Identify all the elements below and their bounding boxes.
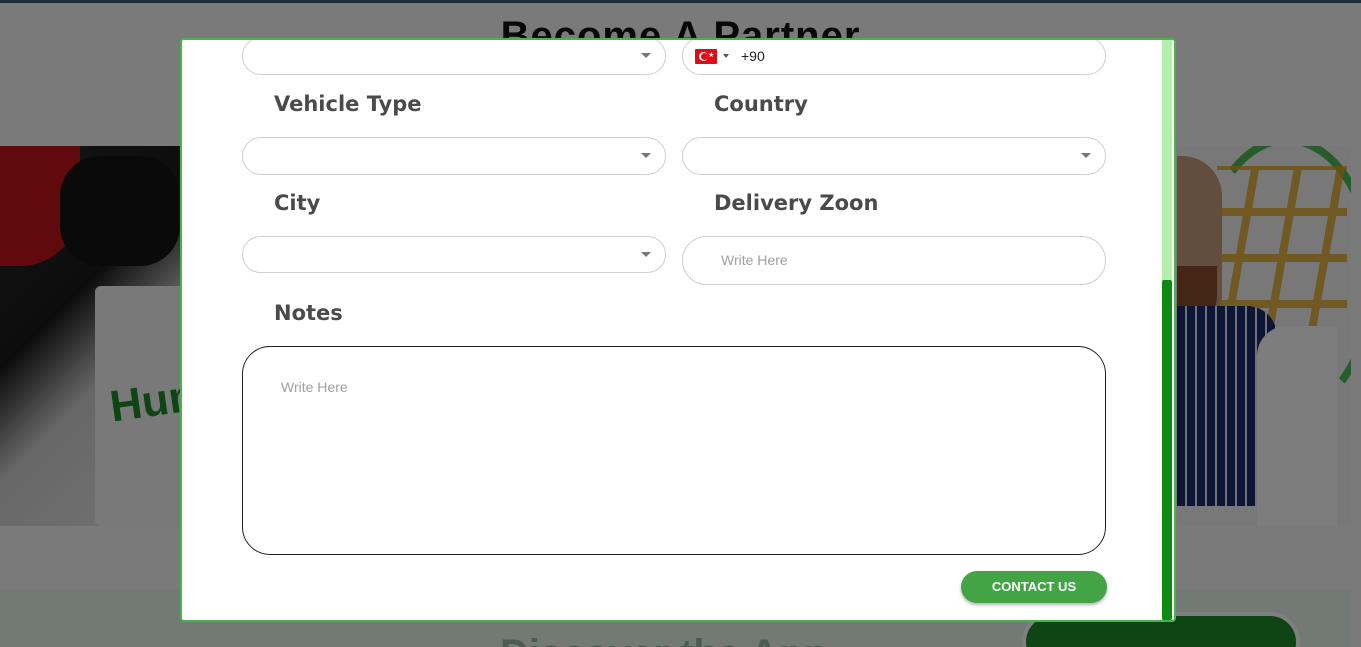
delivery-zone-label: Delivery Zoon: [714, 191, 879, 215]
country-select[interactable]: [682, 137, 1106, 175]
city-label: City: [274, 191, 321, 215]
notes-textarea[interactable]: Write Here: [242, 346, 1106, 555]
contact-us-button[interactable]: CONTACT US: [961, 571, 1107, 603]
dial-code: +90: [741, 48, 765, 64]
chevron-down-icon: [641, 53, 651, 58]
chevron-down-icon: [641, 153, 651, 158]
modal-scroll-thumb[interactable]: [1162, 280, 1172, 620]
chevron-down-icon: [1081, 153, 1091, 158]
chevron-down-icon: [641, 252, 651, 257]
chevron-down-icon: [723, 54, 729, 58]
top-select[interactable]: [242, 40, 666, 75]
city-select[interactable]: [242, 236, 666, 273]
notes-placeholder: Write Here: [281, 379, 348, 395]
vehicle-type-select[interactable]: [242, 137, 666, 175]
vehicle-type-label: Vehicle Type: [274, 92, 422, 116]
delivery-zone-input[interactable]: Write Here: [682, 236, 1106, 285]
delivery-zone-placeholder: Write Here: [721, 252, 788, 268]
turkey-flag-icon[interactable]: ★: [695, 49, 717, 64]
phone-input[interactable]: ★ +90: [682, 40, 1106, 75]
notes-label: Notes: [274, 301, 343, 325]
country-label: Country: [714, 92, 808, 116]
partner-modal: ★ +90 Vehicle Type Country City Delivery…: [180, 38, 1176, 622]
